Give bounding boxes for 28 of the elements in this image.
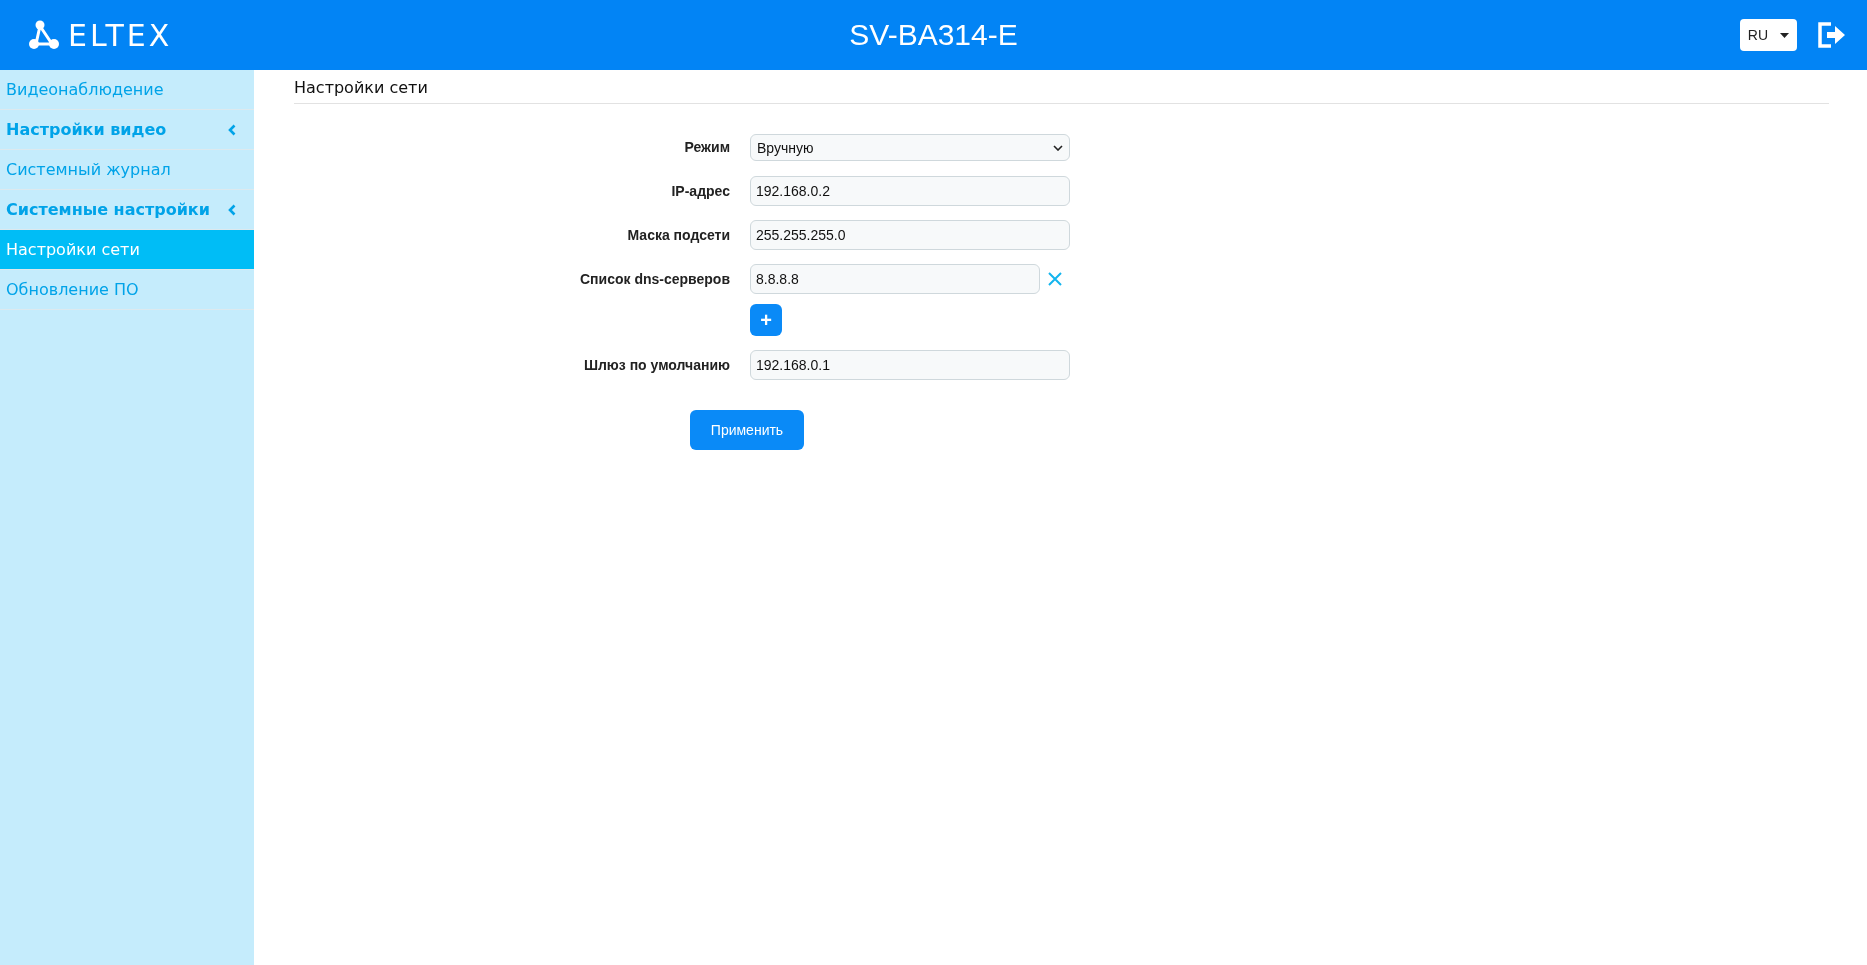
sidebar-item[interactable]: Видеонаблюдение <box>0 70 254 110</box>
field-label: Шлюз по умолчанию <box>583 356 730 375</box>
field-label: IP-адрес <box>671 182 730 201</box>
language-select[interactable]: RU <box>1739 19 1797 51</box>
field-label: Маска подсети <box>627 226 730 245</box>
sidebar-item[interactable]: Обновление ПО <box>0 270 254 310</box>
chevron-left-icon <box>228 203 236 216</box>
field-label: Режим <box>684 138 730 157</box>
close-icon[interactable] <box>1048 272 1062 286</box>
sidebar-item[interactable]: Системный журнал <box>0 150 254 190</box>
caret-icon <box>1780 32 1789 38</box>
sidebar-item[interactable]: Настройки видео <box>0 110 254 150</box>
apply-button[interactable]: Применить <box>690 410 804 450</box>
logo-icon <box>28 20 62 50</box>
add-button[interactable]: + <box>750 304 782 336</box>
logo-text: ELTEX <box>68 17 173 53</box>
chevron-down-icon <box>1053 144 1063 151</box>
mode-select[interactable]: Вручную <box>750 134 1070 161</box>
page-title: Настройки сети <box>294 78 1829 104</box>
input-field[interactable]: 8.8.8.8 <box>750 264 1040 294</box>
field-label: Список dns-серверов <box>580 270 730 289</box>
device-title: SV-BA314-E <box>849 18 1018 51</box>
chevron-left-icon <box>228 123 236 136</box>
input-field[interactable]: 192.168.0.2 <box>750 176 1070 206</box>
input-field[interactable]: 192.168.0.1 <box>750 350 1070 380</box>
input-field[interactable]: 255.255.255.0 <box>750 220 1070 250</box>
sidebar-item[interactable]: Настройки сети <box>0 230 254 270</box>
logout-icon[interactable] <box>1817 21 1847 49</box>
